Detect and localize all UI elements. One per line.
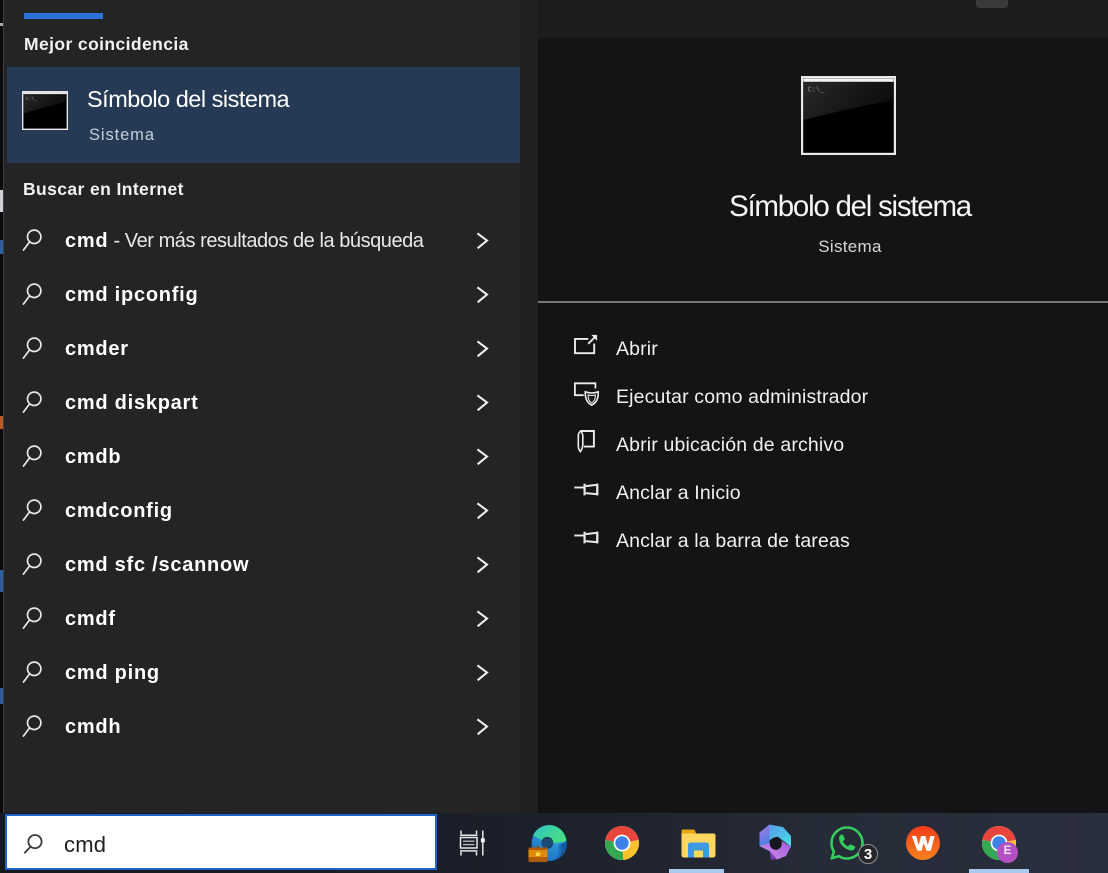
svg-text:C:\_: C:\_: [26, 96, 38, 102]
svg-text:C:\_: C:\_: [808, 87, 826, 95]
